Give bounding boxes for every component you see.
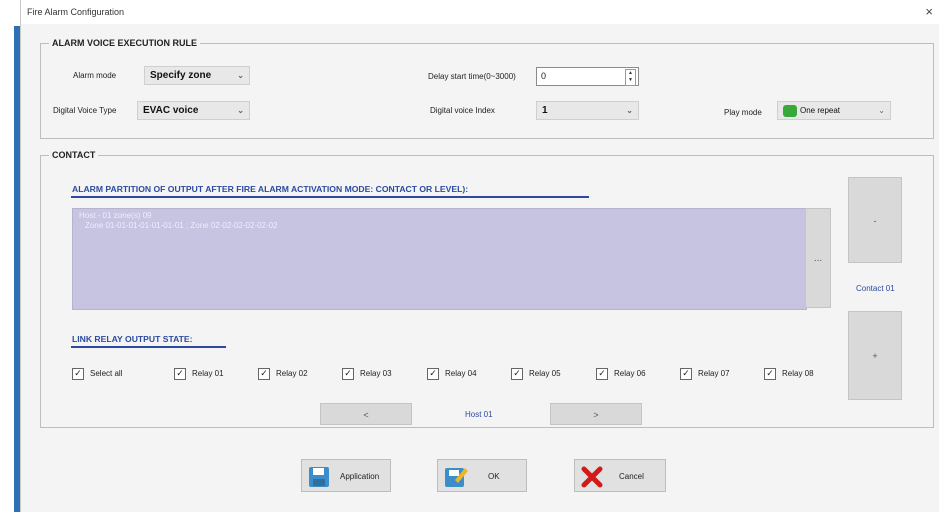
voice-index-label: Digital voice Index (430, 106, 495, 115)
alarm-voice-group: ALARM VOICE EXECUTION RULE (40, 38, 934, 139)
contact-next-button[interactable]: + (848, 311, 902, 400)
relay-label: Relay 03 (360, 369, 392, 379)
delay-spinner[interactable]: 0 ▲ ▼ (536, 67, 639, 86)
relay-title-underline (71, 346, 226, 348)
alarm-voice-legend: ALARM VOICE EXECUTION RULE (52, 38, 198, 48)
checkmark-icon: ✓ (680, 368, 692, 380)
voice-index-value: 1 (542, 105, 548, 116)
checkmark-icon: ✓ (342, 368, 354, 380)
relay-checkbox[interactable]: ✓ Relay 03 (342, 368, 392, 380)
select-all-label: Select all (90, 369, 123, 379)
checkmark-icon: ✓ (72, 368, 84, 380)
relay-checkbox[interactable]: ✓ Relay 05 (511, 368, 561, 380)
host-next-button[interactable]: > (550, 403, 642, 425)
repeat-icon (783, 105, 797, 117)
relay-label: Relay 02 (276, 369, 308, 379)
config-window: Fire Alarm Configuration × ALARM VOICE E… (20, 0, 939, 512)
chevron-down-icon: ⌄ (237, 71, 244, 80)
relay-checkbox[interactable]: ✓ Relay 07 (680, 368, 730, 380)
play-mode-select[interactable]: One repeat ⌄ (777, 101, 891, 120)
voice-index-select[interactable]: 1 ⌄ (536, 101, 639, 120)
alarm-mode-select[interactable]: Specify zone ⌄ (144, 66, 250, 85)
checkmark-icon: ✓ (596, 368, 608, 380)
relay-checkbox[interactable]: ✓ Relay 04 (427, 368, 477, 380)
checkmark-icon: ✓ (427, 368, 439, 380)
checkmark-icon: ✓ (174, 368, 186, 380)
delay-value: 0 (541, 71, 547, 81)
cancel-button[interactable]: Cancel (574, 459, 666, 492)
contact-label: Contact 01 (856, 284, 895, 293)
application-button[interactable]: Application (301, 459, 391, 492)
title-bar: Fire Alarm Configuration × (21, 0, 939, 24)
partition-list[interactable]: Host - 01 zone(s) 09 Zone 01-01-01-01-01… (72, 208, 807, 310)
host-label: Host 01 (465, 410, 493, 419)
relay-label: Relay 06 (614, 369, 646, 379)
relay-label: Relay 01 (192, 369, 224, 379)
contact-prev-button[interactable]: - (848, 177, 902, 263)
cancel-label: Cancel (619, 472, 644, 481)
partition-edit-button[interactable]: ... (805, 208, 831, 308)
relay-checkbox[interactable]: ✓ Relay 02 (258, 368, 308, 380)
checkmark-icon: ✓ (258, 368, 270, 380)
checkmark-icon: ✓ (511, 368, 523, 380)
partition-title-underline (71, 196, 589, 198)
relay-label: Relay 07 (698, 369, 730, 379)
delay-label: Delay start time(0~3000) (428, 72, 516, 81)
relay-checkbox[interactable]: ✓ Relay 08 (764, 368, 814, 380)
select-all-checkbox[interactable]: ✓ Select all (72, 368, 122, 380)
chevron-down-icon: ⌄ (237, 106, 244, 115)
contact-legend: CONTACT (52, 150, 96, 160)
checkmark-icon: ✓ (764, 368, 776, 380)
close-x-icon (581, 466, 603, 488)
voice-type-label: Digital Voice Type (53, 106, 117, 115)
ok-label: OK (488, 472, 500, 481)
close-icon[interactable]: × (925, 4, 933, 19)
background-strip (0, 0, 22, 512)
play-mode-value: One repeat (800, 106, 841, 116)
alarm-mode-value: Specify zone (150, 70, 212, 81)
chevron-down-icon: ⌄ (878, 106, 885, 115)
relay-checkbox[interactable]: ✓ Relay 06 (596, 368, 646, 380)
relay-checkbox[interactable]: ✓ Relay 01 (174, 368, 224, 380)
partition-list-header: Host - 01 zone(s) 09 (79, 211, 152, 220)
application-label: Application (340, 472, 380, 481)
window-title: Fire Alarm Configuration (27, 7, 125, 17)
relay-label: Relay 08 (782, 369, 814, 379)
ok-button[interactable]: OK (437, 459, 527, 492)
partition-title: ALARM PARTITION OF OUTPUT AFTER FIRE ALA… (72, 184, 469, 194)
relay-label: Relay 04 (445, 369, 477, 379)
spinner-arrows-icon[interactable]: ▲ ▼ (625, 69, 636, 86)
save-icon (309, 467, 329, 487)
host-prev-button[interactable]: < (320, 403, 412, 425)
voice-type-select[interactable]: EVAC voice ⌄ (137, 101, 250, 120)
relay-title: LINK RELAY OUTPUT STATE: (72, 334, 193, 344)
edit-save-icon (445, 468, 468, 487)
voice-type-value: EVAC voice (143, 105, 199, 116)
chevron-down-icon: ⌄ (626, 106, 633, 115)
play-mode-label: Play mode (724, 108, 762, 117)
alarm-mode-label: Alarm mode (73, 71, 117, 80)
partition-list-item[interactable]: Zone 01-01-01-01-01-01-01 ; Zone 02-02-0… (85, 221, 278, 230)
relay-label: Relay 05 (529, 369, 561, 379)
